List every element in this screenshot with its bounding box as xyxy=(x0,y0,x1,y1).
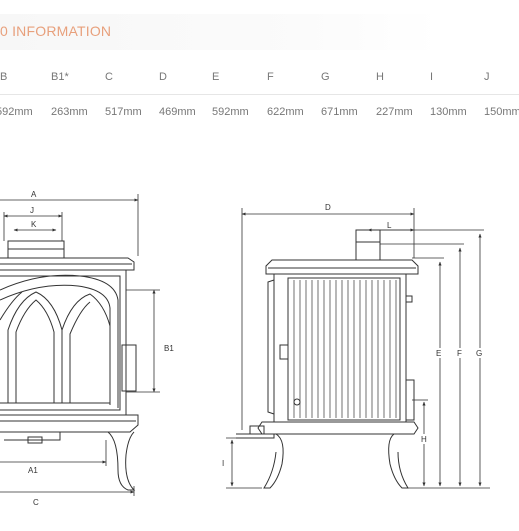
dim-label-c: C xyxy=(33,498,39,507)
dim-label-i: I xyxy=(222,459,224,468)
dim-label-g: G xyxy=(476,349,482,358)
stove-dimension-diagram: A J K B1 A1 C D L E F G H I xyxy=(0,190,490,507)
dim-label-k: K xyxy=(31,220,37,229)
dim-label-f: F xyxy=(457,349,462,358)
dim-label-b1: B1 xyxy=(164,344,174,353)
dim-label-j: J xyxy=(30,206,34,215)
dim-label-l: L xyxy=(387,221,392,230)
dim-label-d: D xyxy=(325,203,331,212)
dim-label-a: A xyxy=(31,190,37,199)
dim-label-a1: A1 xyxy=(28,466,38,475)
dim-label-e: E xyxy=(436,349,441,358)
side-view xyxy=(236,229,419,489)
dim-label-h: H xyxy=(421,435,427,444)
front-view xyxy=(0,240,139,491)
